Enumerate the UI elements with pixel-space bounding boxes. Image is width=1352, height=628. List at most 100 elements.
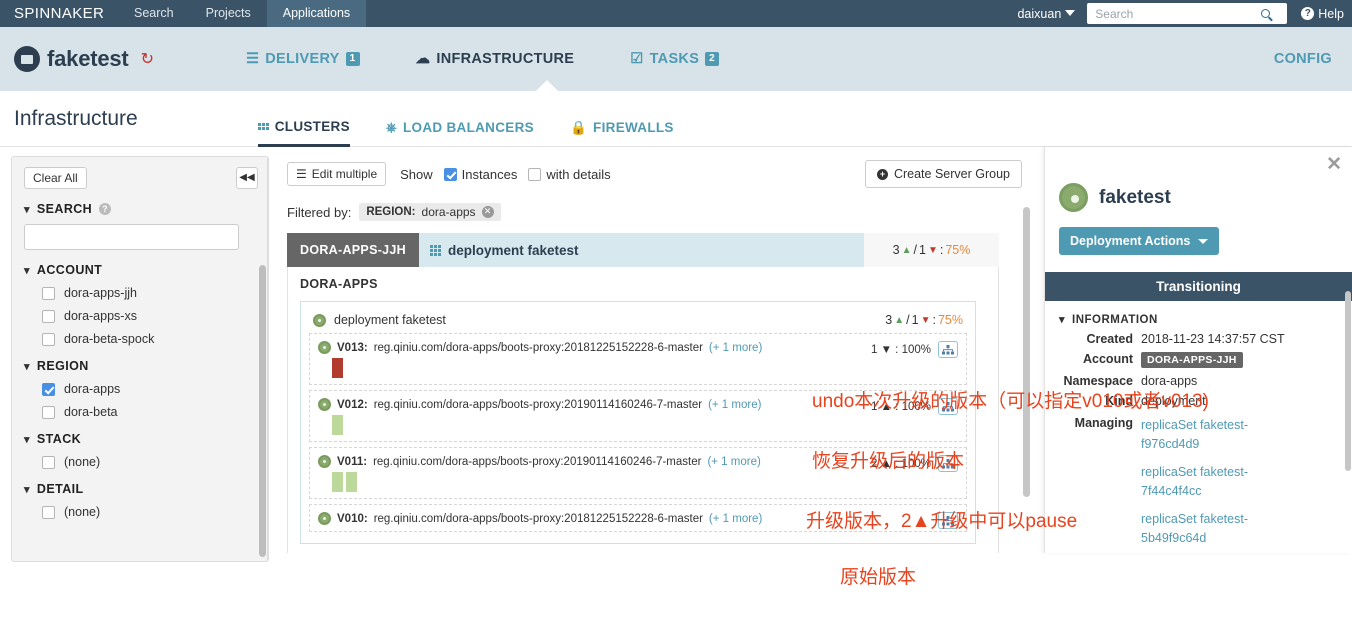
kubernetes-icon: [318, 455, 331, 468]
user-menu[interactable]: daixuan: [1017, 7, 1076, 21]
details-scrollbar[interactable]: [1345, 291, 1351, 471]
app-nav-infrastructure[interactable]: ☁ INFRASTRUCTURE: [416, 51, 575, 67]
sitemap-icon[interactable]: [938, 455, 958, 472]
server-group-more-link[interactable]: (+ 1 more): [709, 342, 762, 354]
filter-group-region-header[interactable]: ▾ REGION: [24, 359, 268, 373]
checkbox-icon[interactable]: [528, 167, 542, 181]
filter-option-dora-beta-spock[interactable]: dora-beta-spock: [24, 332, 268, 346]
spinnaker-brand[interactable]: SPINNAKER: [0, 0, 118, 27]
triangle-down-icon: ▼: [927, 244, 938, 256]
show-instances-option[interactable]: Instances: [443, 166, 518, 182]
filter-group-detail: ▾ DETAIL (none): [12, 482, 268, 519]
search-icon[interactable]: [1261, 9, 1271, 18]
checkbox-icon[interactable]: [42, 382, 55, 396]
create-server-group-button[interactable]: + Create Server Group: [864, 160, 1022, 188]
checkbox-icon[interactable]: [42, 309, 55, 323]
replicaset-link[interactable]: replicaSet faketest-f976cd4d9: [1141, 416, 1291, 455]
deployment-actions-button[interactable]: Deployment Actions: [1059, 227, 1219, 255]
help-link[interactable]: ? Help: [1301, 7, 1344, 21]
app-nav-tasks[interactable]: ☑ TASKS 2: [630, 51, 720, 67]
server-group-counts: 1 ▲ : 100%: [871, 400, 931, 413]
filter-group-stack-header[interactable]: ▾ STACK: [24, 432, 268, 446]
question-icon[interactable]: ?: [99, 203, 112, 215]
filter-group-detail-label: DETAIL: [36, 482, 84, 496]
checkbox-icon[interactable]: [42, 405, 55, 419]
topnav-link-projects[interactable]: Projects: [190, 0, 267, 27]
table-row[interactable]: V012: reg.qiniu.com/dora-apps/boots-prox…: [309, 390, 967, 442]
clear-all-button[interactable]: Clear All: [24, 167, 87, 189]
grid-icon: [430, 244, 441, 256]
tab-load-balancers[interactable]: ⎈ LOAD BALANCERS: [386, 91, 534, 147]
topnav-link-search[interactable]: Search: [118, 0, 190, 27]
application-logo-group[interactable]: faketest ↻: [0, 46, 154, 72]
instance-square[interactable]: [332, 358, 343, 378]
checkbox-icon[interactable]: [42, 332, 55, 346]
cluster-title[interactable]: deployment faketest: [419, 233, 864, 267]
sitemap-icon[interactable]: [938, 398, 958, 415]
replicaset-link[interactable]: replicaSet faketest-7f44c4f4cc: [1141, 463, 1291, 502]
filtered-by-label: Filtered by:: [287, 204, 352, 220]
server-group-more-link[interactable]: (+ 1 more): [707, 456, 760, 468]
filter-option-dora-apps[interactable]: dora-apps: [24, 382, 268, 396]
filter-option-label: dora-apps-jjh: [64, 286, 137, 300]
filter-option-dora-beta[interactable]: dora-beta: [24, 405, 268, 419]
edit-multiple-button[interactable]: ☰ Edit multiple: [287, 162, 387, 186]
percentage: 75%: [937, 313, 963, 327]
table-row[interactable]: V011: reg.qiniu.com/dora-apps/boots-prox…: [309, 447, 967, 499]
filters-scrollbar[interactable]: [259, 265, 266, 557]
filters-divider: [267, 157, 268, 561]
table-row[interactable]: V010: reg.qiniu.com/dora-apps/boots-prox…: [309, 504, 967, 532]
filter-option-label: (none): [64, 455, 101, 469]
filter-group-region-label: REGION: [36, 359, 89, 373]
server-group-right: 2 ▲ : 100%: [871, 455, 958, 472]
checkbox-icon[interactable]: [42, 505, 55, 519]
tab-clusters[interactable]: CLUSTERS: [257, 91, 350, 147]
replicaset-link[interactable]: replicaSet faketest-5b49f9c64d: [1141, 510, 1291, 549]
tab-clusters-label: CLUSTERS: [274, 118, 350, 134]
information-section-header[interactable]: ▾ INFORMATION: [1045, 301, 1352, 327]
topnav-link-applications[interactable]: Applications: [266, 0, 367, 27]
tab-firewalls[interactable]: 🔒 FIREWALLS: [570, 91, 674, 147]
collapse-left-icon[interactable]: ◀◀: [236, 167, 258, 189]
server-group-more-link[interactable]: (+ 1 more): [708, 399, 761, 411]
cluster-account-badge: DORA-APPS-JJH: [287, 233, 419, 267]
filter-group-account-header[interactable]: ▾ ACCOUNT: [24, 263, 268, 277]
cluster-up-count: 3: [892, 243, 900, 257]
deployment-actions-label: Deployment Actions: [1070, 234, 1191, 248]
checkbox-icon[interactable]: [42, 455, 55, 469]
instance-square[interactable]: [346, 472, 357, 492]
instance-square[interactable]: [332, 415, 343, 435]
filter-option-dora-apps-jjh[interactable]: dora-apps-jjh: [24, 286, 268, 300]
show-with-details-option[interactable]: with details: [528, 167, 611, 182]
server-group-more-link[interactable]: (+ 1 more): [709, 513, 762, 525]
instance-squares: [318, 472, 966, 492]
app-nav-delivery[interactable]: ☰ DELIVERY 1: [246, 51, 360, 67]
refresh-icon[interactable]: ↻: [141, 49, 154, 69]
instance-square[interactable]: [332, 472, 343, 492]
cluster-body: DORA-APPS deployment faketest 3 ▲ / 1 ▼ …: [287, 267, 999, 553]
config-link[interactable]: CONFIG: [1274, 51, 1332, 67]
filter-option-detail-none[interactable]: (none): [24, 505, 268, 519]
filter-group-search-header[interactable]: ▾ SEARCH ?: [24, 202, 268, 216]
filter-option-stack-none[interactable]: (none): [24, 455, 268, 469]
checkbox-icon[interactable]: [42, 286, 55, 300]
main-scrollbar[interactable]: [1023, 207, 1030, 497]
checkbox-icon[interactable]: [443, 167, 457, 181]
global-search-input[interactable]: [1093, 5, 1262, 22]
chevron-down-icon: ▾: [1059, 314, 1066, 326]
info-key: Managing: [1074, 416, 1133, 430]
info-row-managing: Managing replicaSet faketest-f976cd4d9: [1045, 416, 1352, 455]
server-group-list-header[interactable]: deployment faketest 3 ▲ / 1 ▼ : 75%: [301, 306, 975, 333]
table-row[interactable]: V013: reg.qiniu.com/dora-apps/boots-prox…: [309, 333, 967, 385]
list-icon: ☰: [296, 167, 307, 181]
kubernetes-icon: [318, 341, 331, 354]
close-icon[interactable]: ✕: [1326, 155, 1342, 174]
filter-search-input[interactable]: [24, 224, 239, 250]
close-circle-icon[interactable]: ✕: [481, 206, 494, 218]
filter-option-dora-apps-xs[interactable]: dora-apps-xs: [24, 309, 268, 323]
show-instances-label: Instances: [461, 166, 518, 182]
global-search-box[interactable]: [1087, 3, 1288, 24]
filter-group-detail-header[interactable]: ▾ DETAIL: [24, 482, 268, 496]
sitemap-icon[interactable]: [938, 341, 958, 358]
sitemap-icon[interactable]: [938, 512, 958, 529]
